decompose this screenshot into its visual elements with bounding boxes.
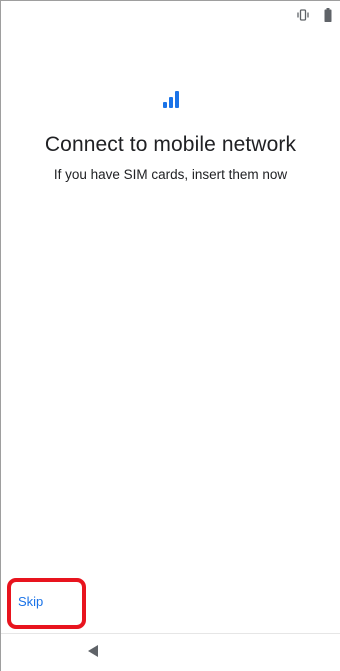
back-triangle-icon[interactable] [86, 644, 100, 658]
vibrate-icon [297, 9, 309, 21]
setup-screen: Connect to mobile network If you have SI… [0, 0, 340, 671]
nav-divider [1, 633, 340, 634]
status-bar [1, 1, 340, 29]
skip-button[interactable]: Skip [18, 594, 43, 609]
battery-icon [324, 8, 332, 22]
signal-bars-icon [162, 91, 179, 108]
page-title: Connect to mobile network [44, 133, 297, 156]
page-subtitle: If you have SIM cards, insert them now [53, 167, 288, 182]
